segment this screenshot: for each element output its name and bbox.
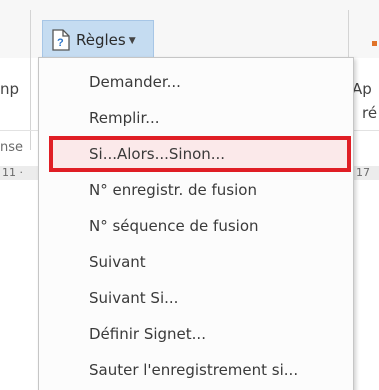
- ribbon-label-fragment[interactable]: ré: [362, 104, 377, 122]
- rules-button[interactable]: ? Règles ▼: [42, 20, 154, 58]
- svg-text:?: ?: [57, 37, 64, 49]
- ribbon-group-label-fragment: nse: [0, 140, 24, 155]
- menu-item-label: Remplir...: [89, 109, 160, 127]
- chevron-down-icon: ▼: [128, 35, 136, 46]
- menu-item-label: Suivant: [89, 253, 146, 271]
- rules-button-label: Règles: [76, 30, 126, 49]
- menu-item-merge-record-number[interactable]: N° enregistr. de fusion: [39, 172, 353, 208]
- menu-item-label: N° séquence de fusion: [89, 217, 259, 235]
- menu-item-suivant-si[interactable]: Suivant Si...: [39, 280, 353, 316]
- menu-item-label: N° enregistr. de fusion: [89, 181, 257, 199]
- menu-item-label: Sauter l'enregistrement si...: [89, 361, 299, 379]
- rules-dropdown-menu: Demander... Remplir... Si...Alors...Sino…: [38, 57, 354, 390]
- menu-item-si-alors-sinon[interactable]: Si...Alors...Sinon...: [49, 136, 351, 172]
- ribbon-label-fragment[interactable]: Ap: [352, 80, 372, 98]
- ribbon-label-fragment: np: [0, 80, 20, 98]
- menu-item-label: Définir Signet...: [89, 325, 206, 343]
- document-rules-icon: ?: [52, 28, 70, 51]
- word-ribbon-screenshot: np nse 11 · Ap ré 17 ? Règles ▼ Demander…: [0, 0, 379, 390]
- menu-item-suivant[interactable]: Suivant: [39, 244, 353, 280]
- menu-item-label: Suivant Si...: [89, 289, 179, 307]
- menu-item-demander[interactable]: Demander...: [39, 64, 353, 100]
- menu-item-label: Si...Alors...Sinon...: [89, 145, 226, 163]
- menu-item-definir-signet[interactable]: Définir Signet...: [39, 316, 353, 352]
- ruler-fragment: 17: [356, 166, 370, 179]
- menu-item-remplir[interactable]: Remplir...: [39, 100, 353, 136]
- menu-item-merge-sequence-number[interactable]: N° séquence de fusion: [39, 208, 353, 244]
- menu-item-skip-record-if[interactable]: Sauter l'enregistrement si...: [39, 352, 353, 388]
- ribbon-group-separator: [30, 10, 31, 150]
- ruler-fragment: 11 ·: [2, 166, 23, 179]
- menu-item-label: Demander...: [89, 73, 181, 91]
- ribbon-accent-mark: [372, 41, 377, 46]
